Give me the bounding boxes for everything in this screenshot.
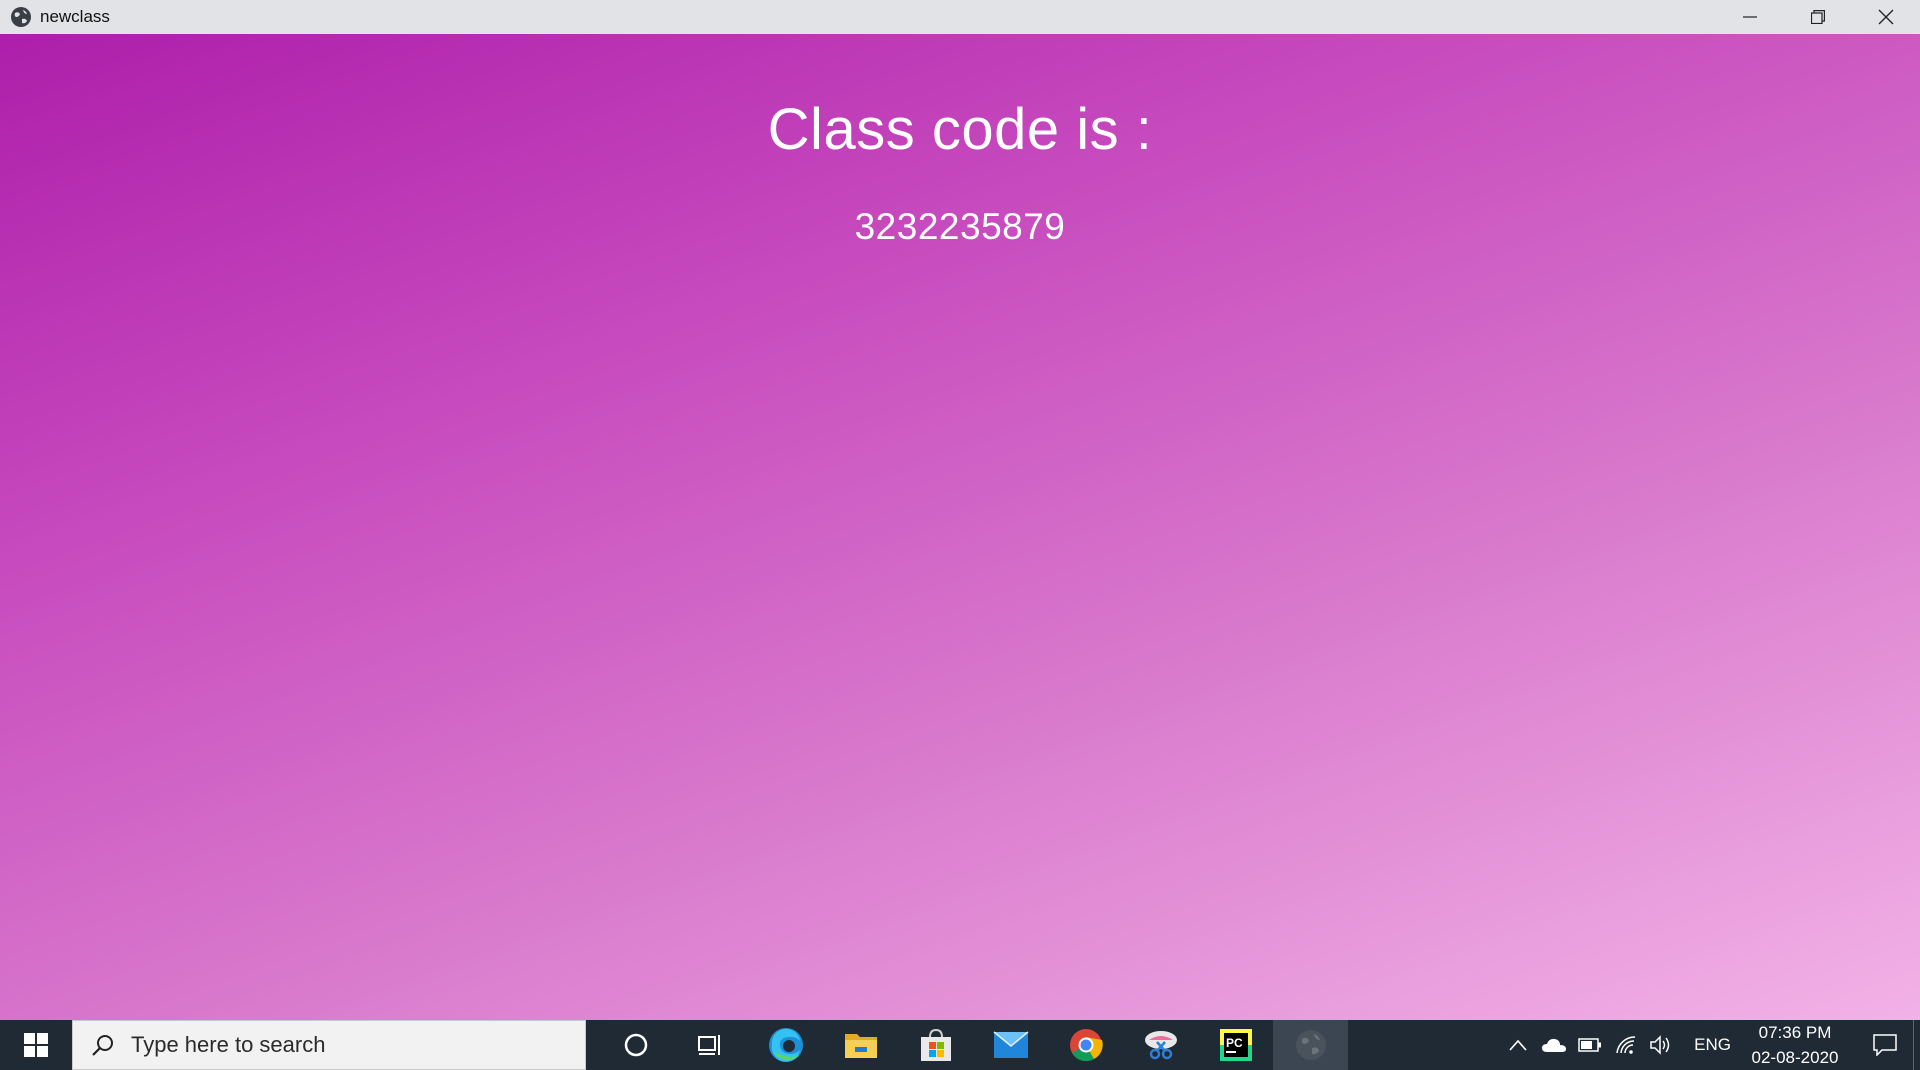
file-explorer-button[interactable] bbox=[823, 1020, 898, 1070]
cloud-icon bbox=[1542, 1038, 1567, 1052]
window-controls bbox=[1716, 0, 1920, 34]
clock-date: 02-08-2020 bbox=[1751, 1048, 1839, 1067]
network-button[interactable] bbox=[1608, 1020, 1644, 1070]
svg-text:PC: PC bbox=[1226, 1036, 1243, 1050]
window-title: newclass bbox=[40, 7, 110, 26]
clock-time: 07:36 PM bbox=[1758, 1023, 1832, 1042]
chrome-button[interactable] bbox=[1048, 1020, 1123, 1070]
chevron-up-icon bbox=[1509, 1039, 1527, 1051]
page-heading: Class code is : bbox=[767, 97, 1153, 162]
pycharm-button[interactable]: PC bbox=[1198, 1020, 1273, 1070]
onedrive-button[interactable] bbox=[1536, 1020, 1572, 1070]
battery-icon bbox=[1578, 1038, 1602, 1052]
mail-button[interactable] bbox=[973, 1020, 1048, 1070]
taskbar: Type here to search PC ENG 07:36 PM 02-0… bbox=[0, 1020, 1920, 1070]
show-desktop-button[interactable] bbox=[1913, 1020, 1920, 1070]
restore-icon bbox=[1811, 10, 1825, 24]
minimize-button[interactable] bbox=[1716, 0, 1784, 34]
class-code-value: 3232235879 bbox=[854, 206, 1066, 247]
newclass-taskbar-button[interactable] bbox=[1273, 1020, 1348, 1070]
cortana-button[interactable] bbox=[598, 1020, 673, 1070]
title-bar[interactable]: newclass bbox=[0, 0, 1920, 34]
snip-sketch-button[interactable] bbox=[1123, 1020, 1198, 1070]
taskbar-search-box[interactable]: Type here to search bbox=[72, 1020, 586, 1070]
store-icon bbox=[920, 1028, 951, 1061]
taskbar-pinned-apps: PC bbox=[598, 1020, 1348, 1070]
edge-button[interactable] bbox=[748, 1020, 823, 1070]
notification-icon bbox=[1873, 1034, 1897, 1056]
action-center-button[interactable] bbox=[1857, 1020, 1913, 1070]
globe-icon bbox=[4, 0, 38, 34]
chrome-icon bbox=[1069, 1029, 1103, 1062]
restore-button[interactable] bbox=[1784, 0, 1852, 34]
volume-button[interactable] bbox=[1644, 1020, 1680, 1070]
screen: newclass Class code is : 3232235879 Type… bbox=[0, 0, 1920, 1070]
close-button[interactable] bbox=[1852, 0, 1920, 34]
battery-button[interactable] bbox=[1572, 1020, 1608, 1070]
snip-icon bbox=[1144, 1031, 1177, 1060]
pycharm-icon: PC bbox=[1219, 1029, 1252, 1061]
show-hidden-icons-button[interactable] bbox=[1500, 1020, 1536, 1070]
edge-icon bbox=[768, 1028, 803, 1062]
clock[interactable]: 07:36 PM 02-08-2020 bbox=[1745, 1020, 1845, 1070]
task-view-icon bbox=[697, 1035, 720, 1055]
close-icon bbox=[1878, 9, 1894, 25]
globe-icon bbox=[1295, 1030, 1326, 1060]
minimize-icon bbox=[1743, 16, 1757, 18]
input-language-indicator[interactable]: ENG bbox=[1680, 1035, 1745, 1055]
task-view-button[interactable] bbox=[673, 1020, 748, 1070]
windows-icon bbox=[24, 1033, 48, 1057]
system-tray: ENG 07:36 PM 02-08-2020 bbox=[1500, 1020, 1920, 1070]
speaker-icon bbox=[1650, 1035, 1670, 1055]
search-icon bbox=[89, 1031, 117, 1059]
folder-icon bbox=[844, 1034, 877, 1058]
main-content: Class code is : 3232235879 bbox=[0, 34, 1920, 1020]
microsoft-store-button[interactable] bbox=[898, 1020, 973, 1070]
wifi-icon bbox=[1616, 1036, 1636, 1054]
start-button[interactable] bbox=[0, 1020, 72, 1070]
cortana-icon bbox=[624, 1033, 647, 1057]
search-placeholder: Type here to search bbox=[131, 1032, 326, 1057]
mail-icon bbox=[993, 1031, 1028, 1058]
